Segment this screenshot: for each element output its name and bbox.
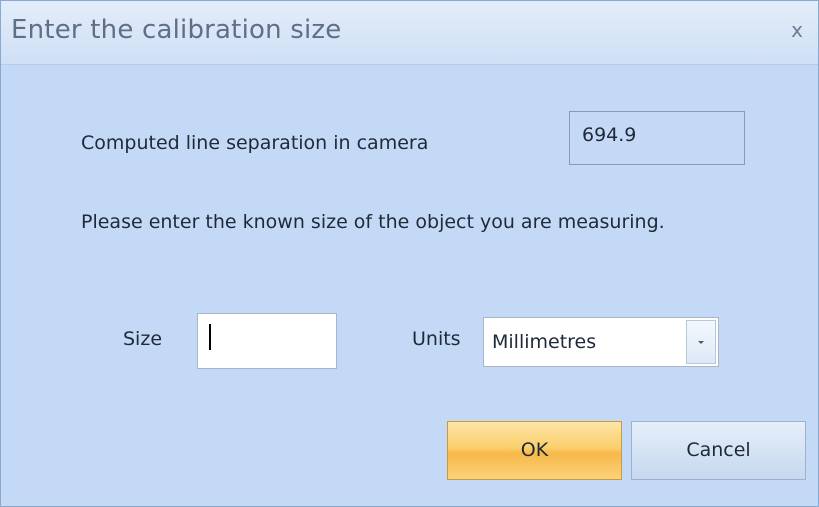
size-label: Size [123, 328, 163, 350]
computed-separation-field: 694.9 [569, 111, 745, 165]
instruction-text: Please enter the known size of the objec… [81, 211, 665, 233]
text-caret [209, 324, 211, 350]
units-label: Units [412, 328, 461, 350]
units-selected-value: Millimetres [492, 331, 597, 353]
title-bar[interactable]: Enter the calibration size x [1, 1, 818, 65]
close-icon[interactable]: x [786, 19, 808, 41]
size-input[interactable] [197, 313, 337, 369]
units-dropdown-button[interactable] [686, 320, 716, 364]
calibration-dialog: Enter the calibration size x Computed li… [0, 0, 819, 507]
dialog-title: Enter the calibration size [11, 15, 342, 45]
computed-separation-value: 694.9 [582, 124, 637, 146]
units-select[interactable]: Millimetres [483, 317, 719, 367]
chevron-down-icon [698, 341, 704, 344]
cancel-button[interactable]: Cancel [631, 421, 806, 480]
ok-button[interactable]: OK [447, 421, 622, 480]
computed-separation-label: Computed line separation in camera [81, 132, 429, 154]
